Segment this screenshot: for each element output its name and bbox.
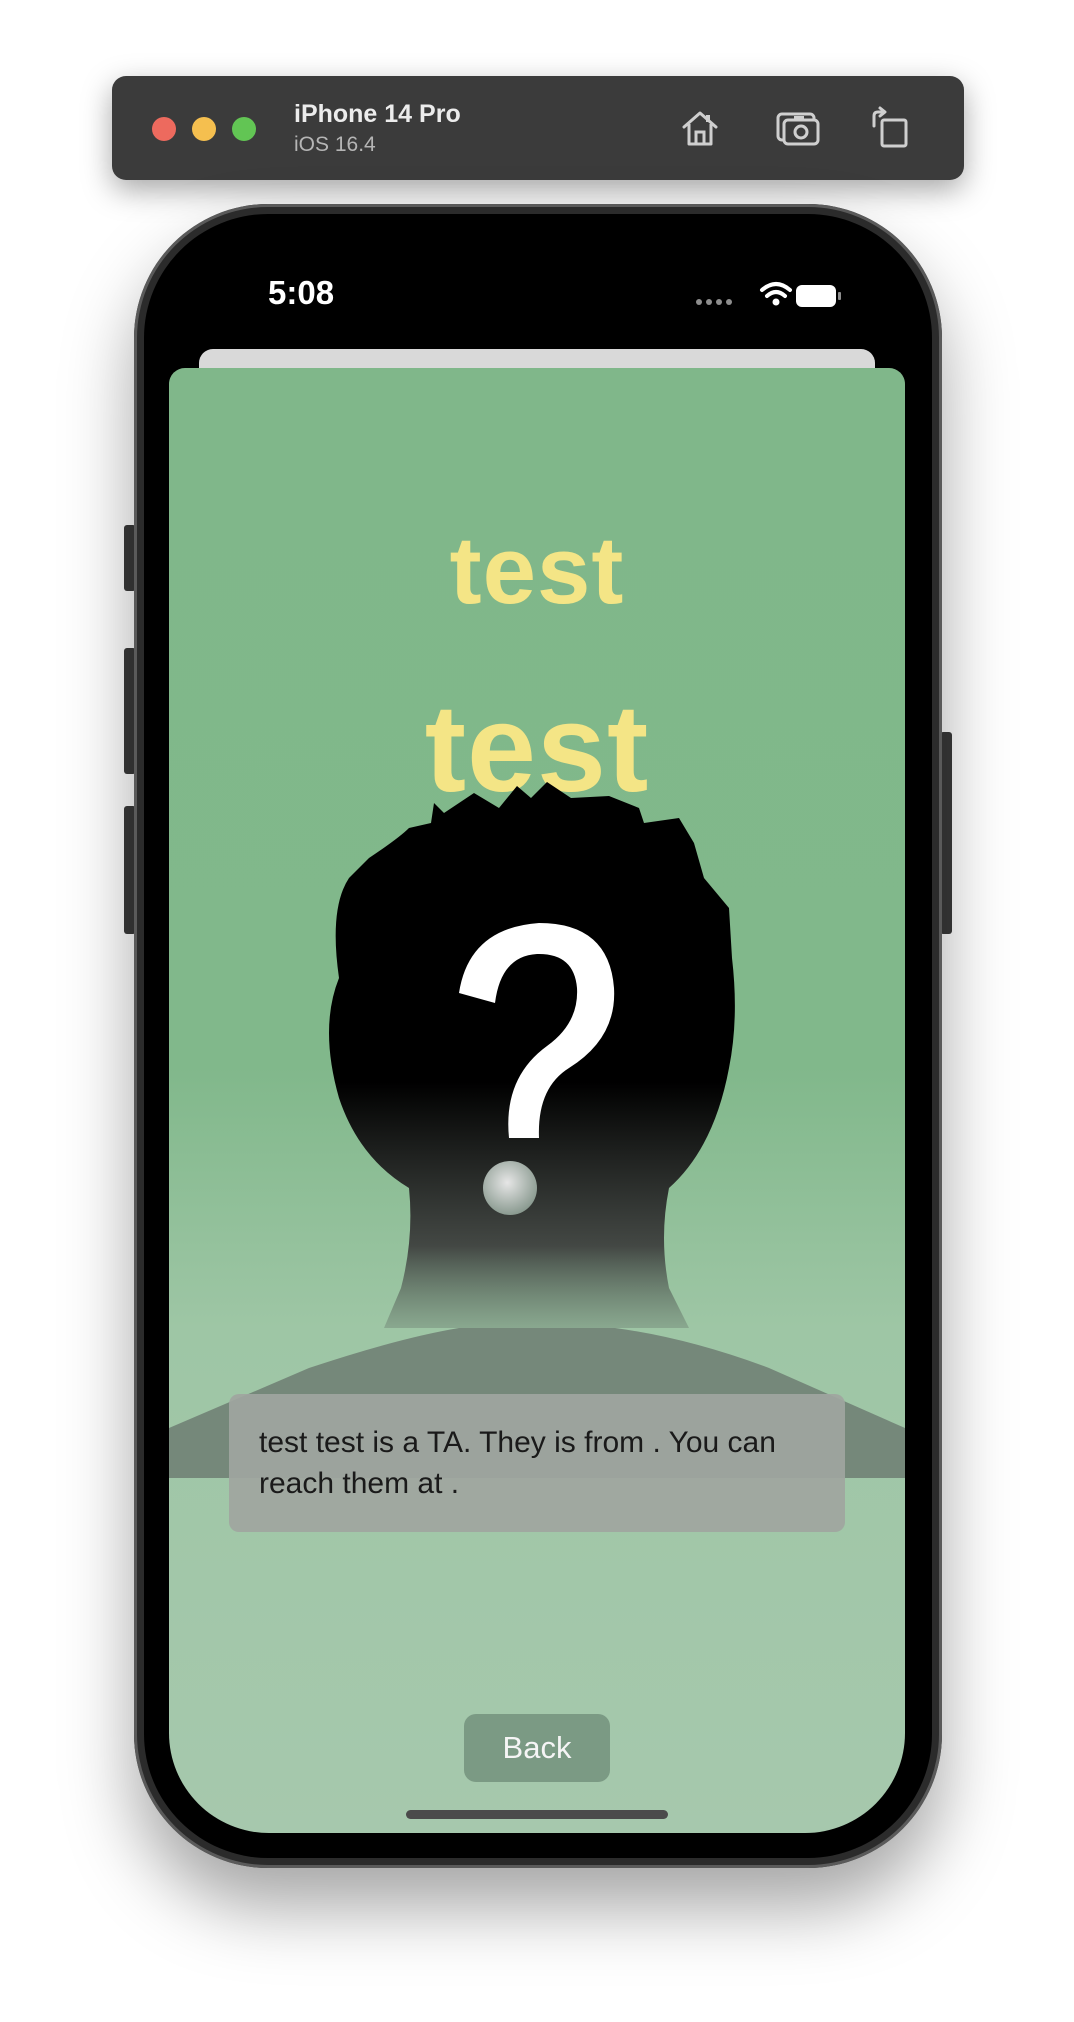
profile-screen: test test test test is a TA. They is fro…	[169, 368, 905, 1833]
simulator-toolbar: iPhone 14 Pro iOS 16.4	[112, 76, 964, 180]
home-indicator[interactable]	[406, 1810, 668, 1819]
minimize-window-button[interactable]	[192, 117, 216, 141]
back-button[interactable]: Back	[464, 1714, 610, 1782]
wifi-icon	[760, 282, 792, 306]
os-version: iOS 16.4	[294, 133, 376, 156]
home-icon[interactable]	[676, 104, 724, 152]
status-bar-time: 5:08	[268, 274, 335, 311]
battery-icon	[796, 285, 841, 307]
screenshot-icon[interactable]	[774, 104, 822, 152]
first-name: test	[449, 517, 625, 624]
close-window-button[interactable]	[152, 117, 176, 141]
cellular-dots-icon	[696, 299, 732, 305]
unknown-person-avatar	[169, 782, 905, 1478]
zoom-window-button[interactable]	[232, 117, 256, 141]
device-name: iPhone 14 Pro	[294, 100, 461, 128]
bio-text: test test is a TA. They is from . You ca…	[229, 1394, 845, 1532]
status-bar-icons	[696, 282, 841, 307]
rotate-icon[interactable]	[866, 104, 914, 152]
